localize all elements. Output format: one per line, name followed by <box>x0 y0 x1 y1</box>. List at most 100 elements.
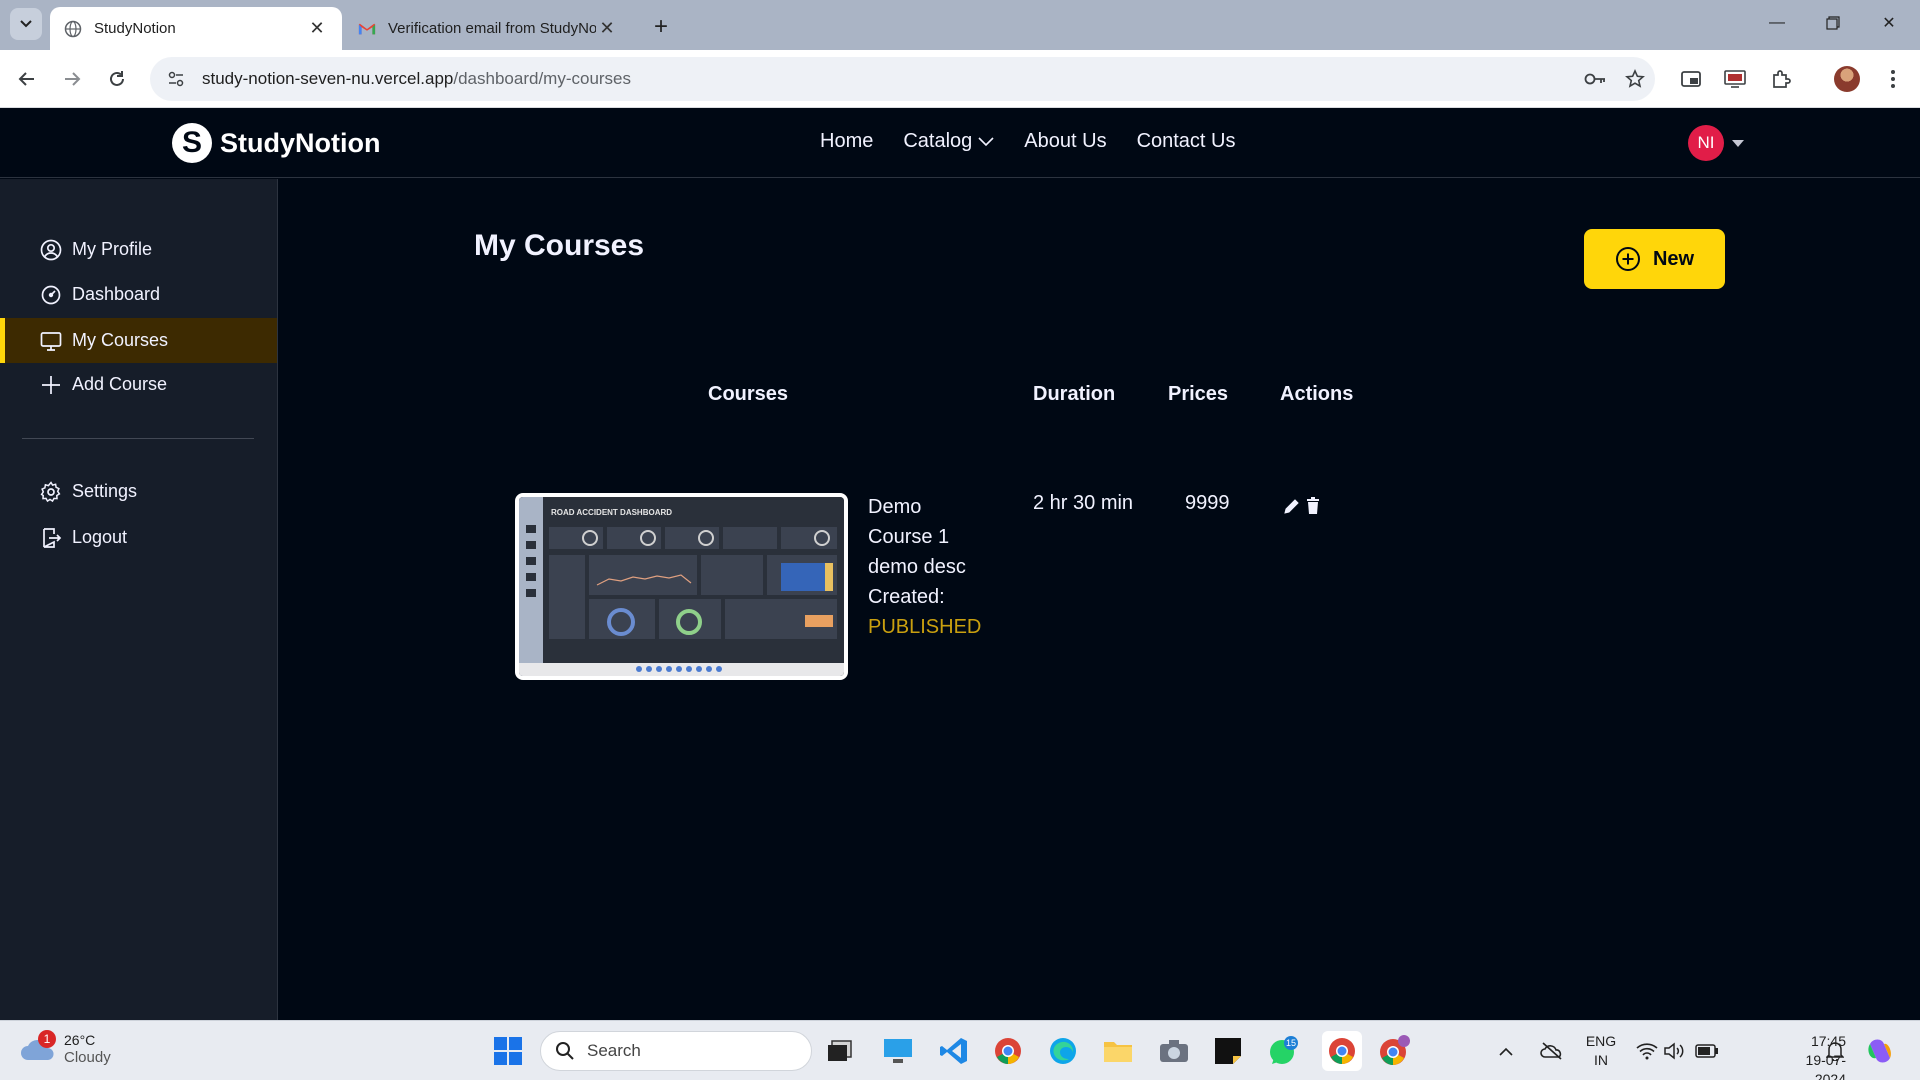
search-icon <box>556 1042 574 1060</box>
notification-bell-icon[interactable] <box>1820 1033 1850 1069</box>
lang-line2: IN <box>1594 1052 1608 1068</box>
sidebar-item-label: Dashboard <box>72 284 161 304</box>
vscode-icon[interactable] <box>936 1033 972 1069</box>
picture-in-picture-icon[interactable] <box>1674 62 1708 96</box>
weather-widget[interactable]: 1 26°C Cloudy <box>20 1030 111 1067</box>
nav-link-label: Catalog <box>903 130 973 152</box>
logo-mark: S <box>172 123 212 163</box>
sidebar-item-settings[interactable]: Settings <box>0 469 277 514</box>
site-info-icon[interactable] <box>154 57 198 101</box>
nav-links: Home Catalog About Us Contact Us <box>820 130 1236 153</box>
header-actions: Actions <box>1280 383 1354 405</box>
chrome-icon[interactable] <box>990 1033 1026 1069</box>
url-path: /dashboard/my-courses <box>453 69 632 88</box>
logout-icon <box>43 527 62 548</box>
taskbar: 1 26°C Cloudy Search 15 ENG IN 17:45 19-… <box>0 1020 1920 1080</box>
course-price: 9999 <box>1185 492 1230 514</box>
file-explorer-icon[interactable] <box>1100 1033 1136 1069</box>
camera-icon[interactable] <box>1156 1033 1192 1069</box>
cloud-icon: 1 <box>20 1030 56 1064</box>
address-bar[interactable]: study-notion-seven-nu.vercel.app/dashboa… <box>150 57 1655 101</box>
new-course-button[interactable]: New <box>1584 229 1725 289</box>
onedrive-offline-icon[interactable] <box>1536 1033 1568 1069</box>
window-close-icon[interactable]: ✕ <box>1866 8 1912 38</box>
caret-down-icon <box>1732 139 1744 147</box>
sidebar-item-add-course[interactable]: Add Course <box>0 362 277 407</box>
tab-title: StudyNotion <box>94 20 176 37</box>
user-menu[interactable]: NI <box>1688 125 1744 161</box>
copilot-icon[interactable] <box>1862 1033 1898 1069</box>
close-icon[interactable]: ✕ <box>596 18 618 40</box>
nav-link-home[interactable]: Home <box>820 130 873 153</box>
sticky-notes-icon[interactable] <box>1210 1033 1246 1069</box>
new-tab-button[interactable]: + <box>646 12 676 42</box>
sidebar: My Profile Dashboard My Courses Add Cour… <box>0 179 278 1020</box>
extensions-puzzle-icon[interactable] <box>1764 62 1798 96</box>
whatsapp-icon[interactable]: 15 <box>1265 1033 1301 1069</box>
task-view-icon[interactable] <box>822 1033 858 1069</box>
wifi-icon[interactable] <box>1632 1033 1662 1069</box>
course-duration: 2 hr 30 min <box>1033 492 1134 514</box>
app-navbar: S StudyNotion Home Catalog About Us Cont… <box>0 108 1920 178</box>
gauge-icon <box>41 285 61 304</box>
windows-start-icon[interactable] <box>490 1033 526 1069</box>
sidebar-divider <box>22 438 254 439</box>
minimize-icon[interactable]: — <box>1754 8 1800 38</box>
tab-title: Verification email from StudyNotion <box>388 20 596 37</box>
chevron-down-icon <box>20 20 32 28</box>
dashboard-thumbnail-image: ROAD ACCIDENT DASHBOARD <box>519 497 844 676</box>
course-created: Created: <box>868 586 945 608</box>
browser-tabstrip: StudyNotion ✕ Verification email from St… <box>0 0 1920 50</box>
language-indicator[interactable]: ENG IN <box>1584 1032 1618 1070</box>
url-host: study-notion-seven-nu.vercel.app <box>202 69 454 88</box>
brand-logo[interactable]: S StudyNotion <box>172 123 380 163</box>
chevron-up-icon[interactable] <box>1494 1033 1518 1069</box>
weather-temp: 26°C <box>64 1032 96 1048</box>
taskbar-search[interactable]: Search <box>540 1031 812 1071</box>
weather-condition: Cloudy <box>64 1049 111 1066</box>
sidebar-item-label: My Profile <box>72 239 153 259</box>
bookmark-star-icon[interactable] <box>1615 59 1655 99</box>
plus-circle-icon <box>1615 247 1640 271</box>
sidebar-item-label: Add Course <box>72 374 168 394</box>
volume-icon[interactable] <box>1660 1033 1690 1069</box>
monitor-icon <box>40 331 62 351</box>
sidebar-item-label: My Courses <box>72 330 169 350</box>
back-icon[interactable] <box>10 62 44 96</box>
battery-icon[interactable] <box>1692 1033 1722 1069</box>
course-name-line2: Course 1 <box>868 526 950 548</box>
sidebar-item-my-courses[interactable]: My Courses <box>0 318 277 363</box>
delete-trash-icon[interactable] <box>1303 496 1323 516</box>
tab-studynotion[interactable]: StudyNotion ✕ <box>50 7 342 50</box>
chrome-profile-icon[interactable] <box>1376 1033 1412 1069</box>
url-text: study-notion-seven-nu.vercel.app/dashboa… <box>202 69 1575 89</box>
key-icon[interactable] <box>1575 59 1615 99</box>
sidebar-item-dashboard[interactable]: Dashboard <box>0 272 277 317</box>
nav-link-contact[interactable]: Contact Us <box>1137 130 1236 153</box>
close-icon[interactable]: ✕ <box>306 18 328 40</box>
page-title: My Courses <box>474 229 645 262</box>
edge-icon[interactable] <box>1045 1033 1081 1069</box>
edit-pencil-icon[interactable] <box>1282 496 1302 516</box>
nav-link-catalog[interactable]: Catalog <box>903 130 994 153</box>
kebab-menu-icon[interactable] <box>1876 62 1910 96</box>
profile-avatar-icon[interactable] <box>1830 62 1864 96</box>
browser-toolbar: study-notion-seven-nu.vercel.app/dashboa… <box>0 50 1920 108</box>
tab-search-button[interactable] <box>10 8 42 40</box>
course-description: demo desc <box>868 556 966 578</box>
sidebar-item-my-profile[interactable]: My Profile <box>0 227 277 272</box>
reload-icon[interactable] <box>100 62 134 96</box>
restore-icon[interactable] <box>1810 8 1856 38</box>
sidebar-item-logout[interactable]: Logout <box>0 515 277 560</box>
chrome-active-icon[interactable] <box>1322 1031 1362 1071</box>
desktop-app-icon[interactable] <box>880 1033 916 1069</box>
forward-icon[interactable] <box>55 62 89 96</box>
cast-extension-icon[interactable] <box>1718 62 1752 96</box>
weather-text: 26°C Cloudy <box>64 1031 111 1067</box>
course-thumbnail[interactable]: ROAD ACCIDENT DASHBOARD <box>515 493 848 680</box>
tab-gmail[interactable]: Verification email from StudyNotion ✕ <box>344 7 632 50</box>
header-duration: Duration <box>1033 383 1116 405</box>
course-name-line1: Demo <box>868 496 922 518</box>
nav-link-about[interactable]: About Us <box>1024 130 1106 153</box>
course-info: Demo Course 1 demo desc Created: PUBLISH… <box>868 492 981 642</box>
